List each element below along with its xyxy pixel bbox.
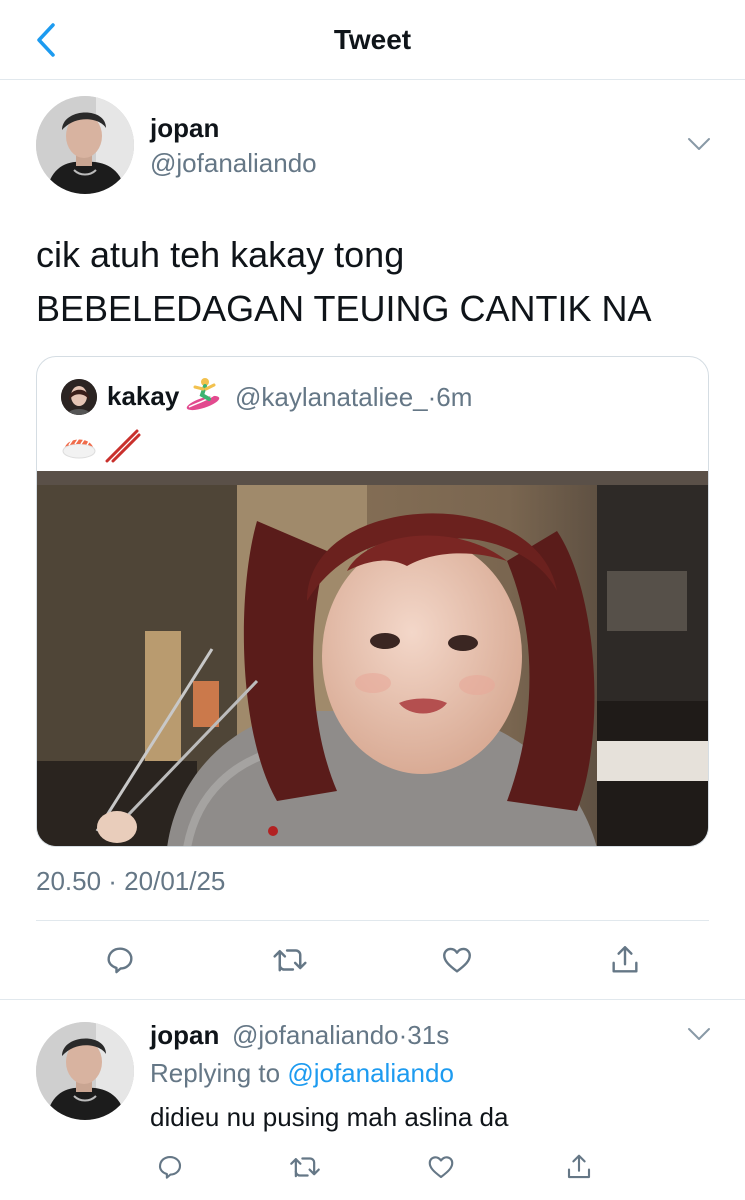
top-bar: Tweet	[0, 0, 745, 80]
like-button[interactable]	[435, 938, 479, 982]
quoted-author-handle: @kaylanataliee_·6m	[235, 382, 473, 412]
surfer-emoji	[185, 377, 221, 411]
avatar[interactable]	[36, 1022, 134, 1120]
reply-text: didieu nu pusing mah aslina da	[150, 1102, 509, 1132]
tweet-text-line: cik atuh teh kakay tong	[36, 234, 405, 275]
like-button[interactable]	[419, 1145, 463, 1189]
retweet-icon	[273, 949, 307, 972]
retweet-icon	[290, 1157, 320, 1178]
sushi-chopsticks-emoji	[61, 427, 141, 463]
tweet-text: cik atuh teh kakay tong BEBELEDAGAN TEUI…	[36, 228, 716, 336]
tweet-timestamp: 20.50 · 20/01/25	[36, 866, 226, 896]
quoted-tweet-card[interactable]: kakay @kaylanataliee_·6m	[36, 356, 709, 847]
page-title: Tweet	[333, 24, 412, 55]
retweet-button[interactable]	[283, 1145, 327, 1189]
reply-button[interactable]	[148, 1145, 192, 1189]
like-icon	[443, 947, 471, 973]
tweet-text-line: BEBELEDAGAN TEUING CANTIK NA	[36, 288, 652, 329]
share-icon	[567, 1154, 591, 1179]
woman-with-chopsticks-photo[interactable]	[37, 471, 708, 846]
author-name[interactable]: jopan	[150, 113, 219, 144]
chevron-down-icon	[688, 138, 710, 150]
replying-to: Replying to @jofanaliando	[150, 1058, 454, 1089]
chevron-down-icon	[688, 1028, 710, 1040]
reply-button[interactable]	[98, 938, 142, 982]
reply-icon	[158, 1155, 182, 1179]
author-handle[interactable]: @jofanaliando	[150, 148, 317, 179]
mention-link[interactable]: @jofanaliando	[287, 1058, 454, 1088]
divider	[0, 999, 745, 1000]
divider	[36, 920, 709, 921]
share-button[interactable]	[603, 938, 647, 982]
share-icon	[612, 946, 638, 973]
more-options-button[interactable]	[685, 134, 713, 154]
avatar[interactable]	[36, 96, 134, 194]
retweet-button[interactable]	[268, 938, 312, 982]
quoted-avatar	[61, 379, 97, 415]
more-options-button[interactable]	[685, 1024, 713, 1044]
reply-author-handle[interactable]: @jofanaliando·31s	[232, 1020, 449, 1051]
quoted-author-name: kakay	[107, 381, 180, 411]
like-icon	[428, 1156, 454, 1179]
reply-icon	[107, 947, 133, 974]
reply-author-name[interactable]: jopan	[150, 1020, 219, 1051]
replying-to-label: Replying to	[150, 1058, 281, 1088]
share-button[interactable]	[557, 1145, 601, 1189]
